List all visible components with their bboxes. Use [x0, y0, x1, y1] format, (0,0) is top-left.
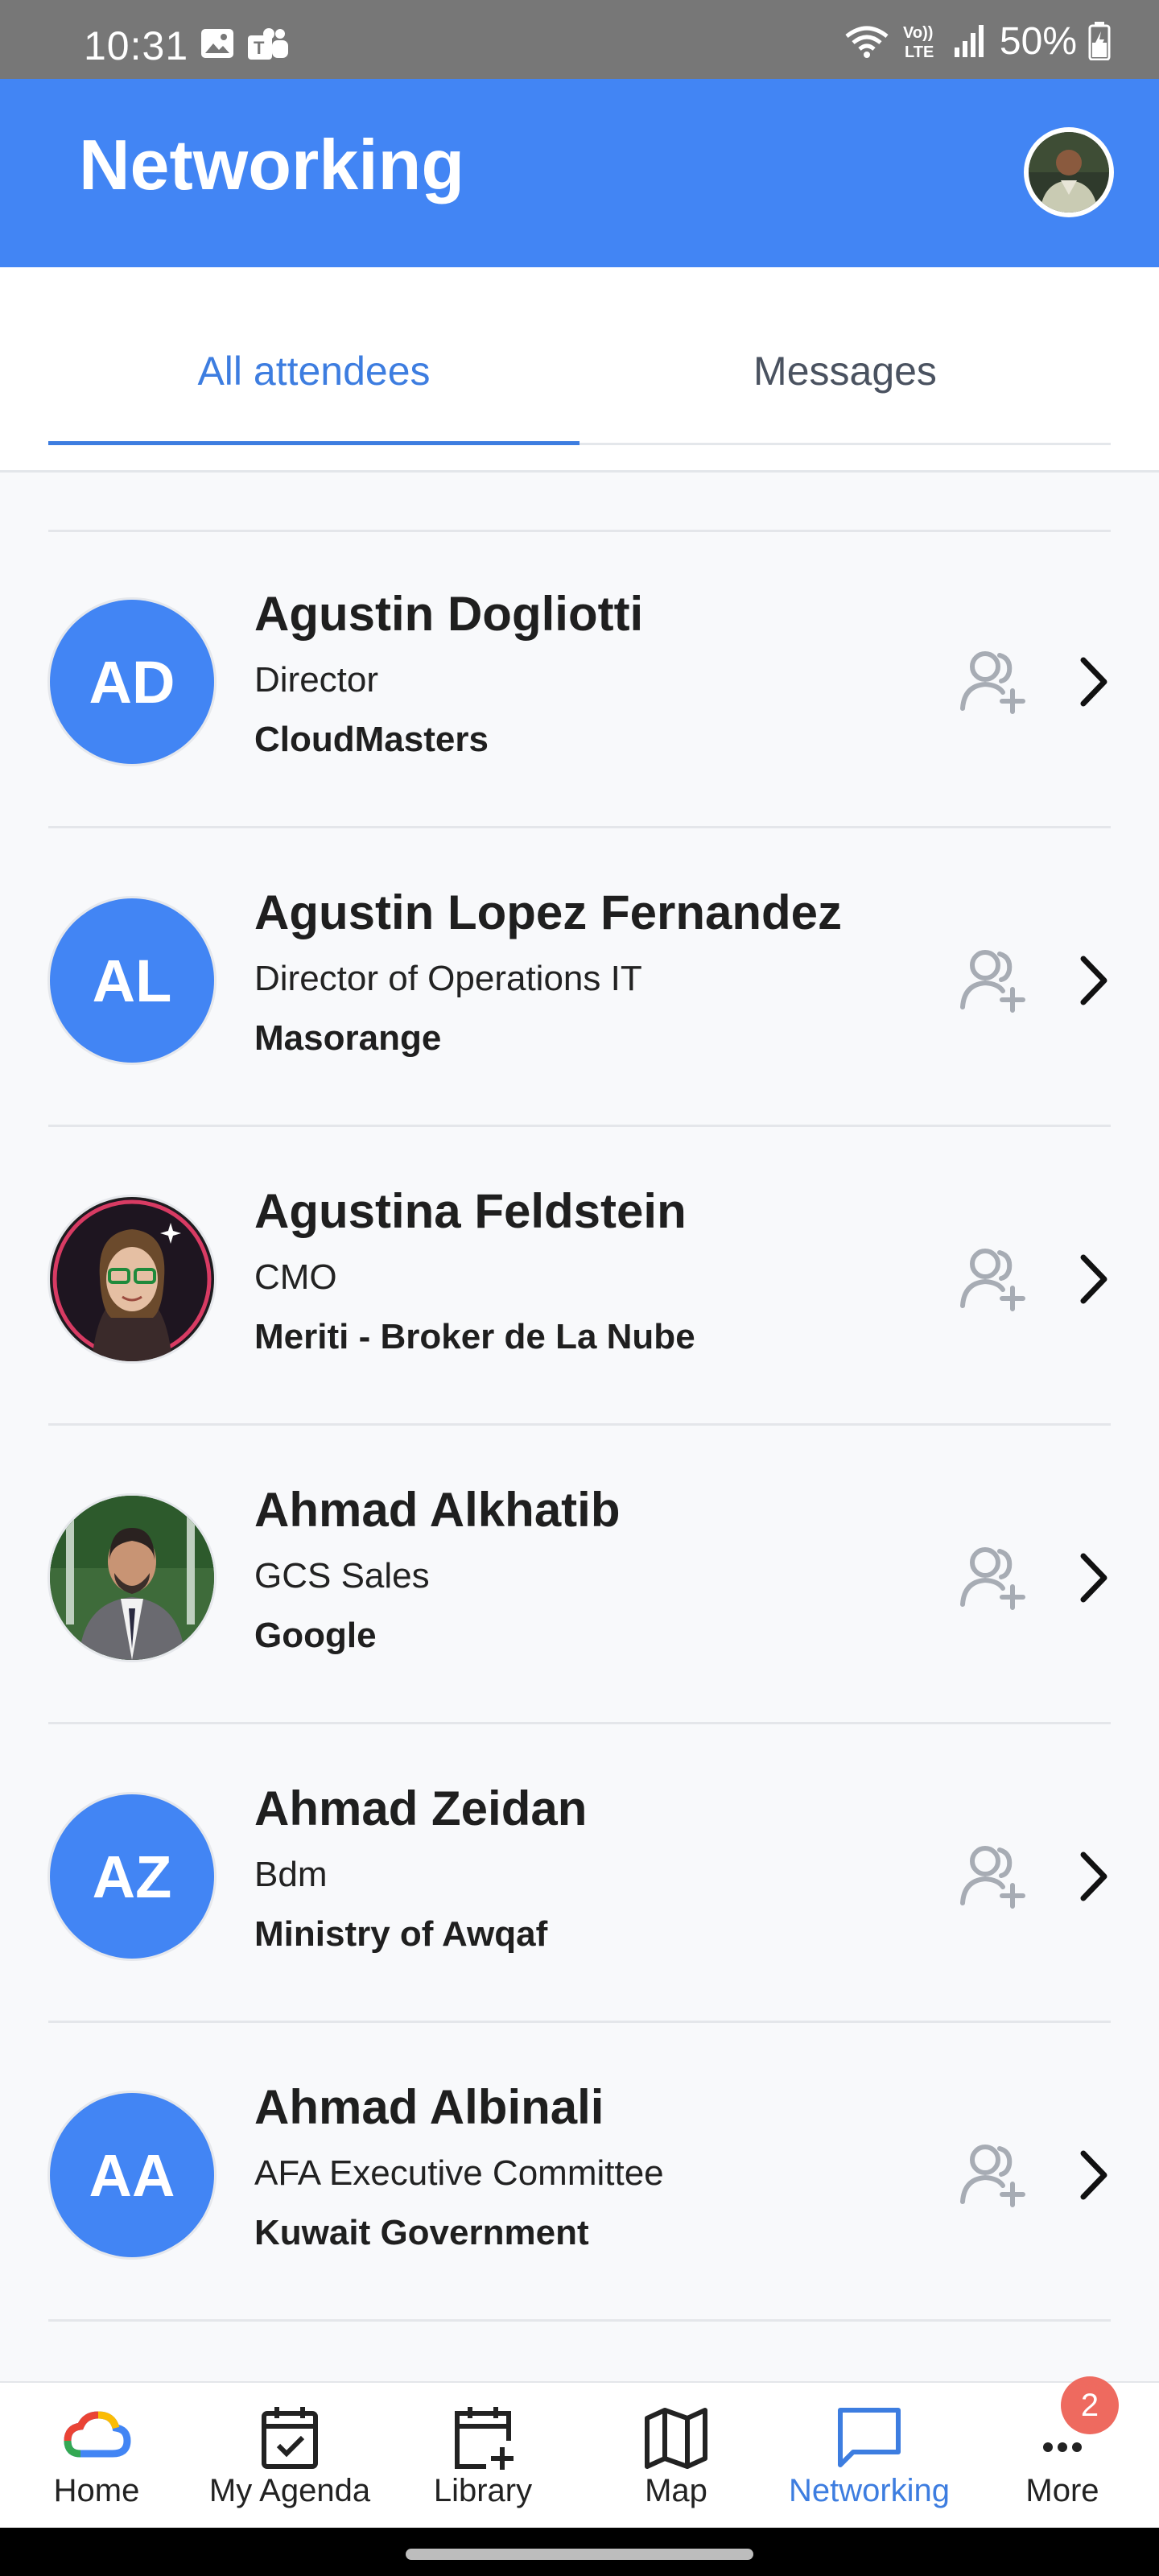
chevron-right-icon[interactable] — [1074, 952, 1112, 1009]
chat-icon — [838, 2408, 901, 2467]
attendee-row[interactable]: Ahmad Alkhatib GCS Sales Google — [0, 1426, 1159, 1722]
avatar: AZ — [50, 1794, 214, 1959]
avatar-photo — [50, 1496, 214, 1660]
tab-messages[interactable]: Messages — [580, 348, 1111, 394]
attendee-role: Director — [254, 660, 379, 700]
chevron-right-icon[interactable] — [1074, 1848, 1112, 1905]
battery-icon — [1088, 22, 1111, 60]
gesture-handle[interactable] — [406, 2549, 753, 2560]
gallery-icon — [201, 29, 233, 58]
nav-label: Home — [53, 2473, 140, 2508]
page-title: Networking — [79, 125, 465, 204]
avatar-photo — [50, 1197, 214, 1361]
wifi-icon — [845, 26, 889, 58]
tab-all-attendees[interactable]: All attendees — [48, 348, 580, 394]
nav-networking[interactable]: Networking — [773, 2383, 966, 2529]
attendee-row[interactable]: AZ Ahmad Zeidan Bdm Ministry of Awqaf — [0, 1724, 1159, 2021]
tab-bar: All attendees Messages — [0, 267, 1159, 473]
nav-my-agenda[interactable]: My Agenda — [193, 2383, 386, 2529]
teams-icon: T — [248, 28, 288, 60]
bottom-nav: Home My Agenda Library Map Networking Mo… — [0, 2381, 1159, 2529]
add-contact-icon[interactable] — [956, 1840, 1029, 1913]
nav-library[interactable]: Library — [386, 2383, 580, 2529]
attendee-company: Meriti - Broker de La Nube — [254, 1317, 695, 1356]
attendee-company: Google — [254, 1616, 377, 1655]
divider — [48, 2319, 1111, 2322]
attendee-company: Masorange — [254, 1018, 442, 1058]
nav-map[interactable]: Map — [580, 2383, 773, 2529]
chevron-right-icon[interactable] — [1074, 1251, 1112, 1307]
nav-label: More — [1025, 2473, 1099, 2508]
nav-label: My Agenda — [208, 2473, 371, 2508]
attendee-photo — [52, 1199, 212, 1361]
attendee-row[interactable]: AL Agustin Lopez Fernandez Director of O… — [0, 828, 1159, 1125]
status-time: 10:31 — [84, 23, 189, 68]
attendee-name: Ahmad Albinali — [254, 2080, 604, 2134]
add-contact-icon[interactable] — [956, 1542, 1029, 1614]
attendee-photo — [50, 1496, 214, 1660]
notification-badge: 2 — [1061, 2376, 1119, 2434]
nav-label: Map — [645, 2473, 707, 2508]
attendee-name: Ahmad Alkhatib — [254, 1483, 621, 1537]
attendee-row[interactable]: Agustina Feldstein CMO Meriti - Broker d… — [0, 1127, 1159, 1423]
chevron-right-icon[interactable] — [1074, 1550, 1112, 1606]
add-contact-icon[interactable] — [956, 944, 1029, 1017]
avatar: AL — [50, 898, 214, 1063]
svg-text:LTE: LTE — [905, 43, 934, 60]
attendee-name: Agustin Dogliotti — [254, 587, 644, 641]
nav-home[interactable]: Home — [0, 2383, 193, 2529]
nav-label: Library — [433, 2473, 533, 2508]
nav-label: Networking — [788, 2473, 951, 2508]
status-right: Vo)) LTE 50% — [843, 19, 1111, 63]
attendee-company: Kuwait Government — [254, 2213, 589, 2252]
tab-active-indicator — [48, 441, 580, 445]
attendee-name: Ahmad Zeidan — [254, 1781, 588, 1835]
attendee-company: Ministry of Awqaf — [254, 1914, 548, 1954]
attendee-role: AFA Executive Committee — [254, 2153, 664, 2193]
avatar: AD — [50, 600, 214, 764]
attendee-row[interactable]: AA Ahmad Albinali AFA Executive Committe… — [0, 2023, 1159, 2319]
battery-level: 50% — [999, 19, 1077, 63]
calendar-check-icon — [262, 2407, 318, 2469]
attendee-role: Director of Operations IT — [254, 959, 642, 998]
calendar-plus-icon — [455, 2407, 514, 2470]
attendee-role: GCS Sales — [254, 1556, 430, 1596]
avatar: AA — [50, 2093, 214, 2257]
google-cloud-icon — [64, 2411, 131, 2458]
attendee-company: CloudMasters — [254, 720, 489, 759]
chevron-right-icon[interactable] — [1074, 654, 1112, 710]
attendee-name: Agustin Lopez Fernandez — [254, 886, 843, 939]
svg-text:Vo)): Vo)) — [903, 24, 933, 42]
map-icon — [645, 2408, 707, 2469]
attendee-row[interactable]: AD Agustin Dogliotti Director CloudMaste… — [0, 530, 1159, 826]
status-bar: 10:31 T Vo)) LTE 50% — [0, 0, 1159, 79]
attendee-role: Bdm — [254, 1855, 328, 1894]
add-contact-icon[interactable] — [956, 646, 1029, 718]
user-photo — [1029, 132, 1109, 213]
app-header: Networking — [0, 79, 1159, 267]
attendee-name: Agustina Feldstein — [254, 1184, 687, 1238]
add-contact-icon[interactable] — [956, 2139, 1029, 2211]
volte-icon: Vo)) LTE — [903, 24, 934, 60]
chevron-right-icon[interactable] — [1074, 2147, 1112, 2203]
signal-icon — [954, 25, 984, 57]
attendee-role: CMO — [254, 1257, 337, 1297]
add-contact-icon[interactable] — [956, 1243, 1029, 1315]
svg-text:T: T — [254, 38, 265, 58]
profile-avatar[interactable] — [1024, 127, 1114, 217]
